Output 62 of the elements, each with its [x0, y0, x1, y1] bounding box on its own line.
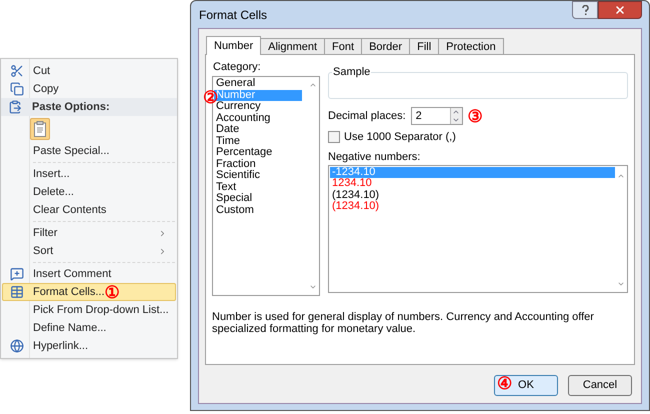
category-item[interactable]: Scientific	[214, 170, 302, 182]
menu-item[interactable]: Clear Contents	[2, 201, 176, 219]
scissors-icon	[10, 64, 24, 78]
dialog-button[interactable]: Cancel	[568, 374, 632, 396]
window-title: Format Cells	[198, 6, 268, 24]
menu-item[interactable]: Hyperlink...	[2, 337, 176, 355]
spin-down-icon	[452, 116, 460, 124]
tab[interactable]: Protection	[438, 38, 504, 55]
separator-checkbox-label: Use 1000 Separator (,)	[344, 130, 456, 145]
tab[interactable]: Number	[206, 36, 262, 55]
comment-icon	[10, 267, 24, 281]
clipboard-icon	[34, 121, 46, 137]
negative-number-option[interactable]: 1234.10	[330, 178, 615, 190]
category-item[interactable]: Text	[214, 182, 302, 193]
menu-item[interactable]: Format Cells...①	[2, 283, 176, 301]
tab[interactable]: Fill	[409, 38, 440, 55]
tab[interactable]: Alignment	[260, 38, 326, 55]
negative-number-option[interactable]: (1234.10)	[330, 201, 615, 212]
menu-item[interactable]: Sort	[2, 242, 176, 260]
category-item[interactable]: General	[214, 78, 302, 90]
menu-item[interactable]: Cut	[2, 62, 176, 80]
negative-number-option[interactable]: (1234.10)	[330, 190, 615, 201]
sample-label: Sample	[332, 65, 372, 79]
category-item[interactable]: Date	[214, 124, 302, 136]
menu-item[interactable]: Filter	[2, 224, 176, 242]
menu-item[interactable]: Paste Special...	[2, 142, 176, 160]
category-item[interactable]: Fraction	[214, 158, 302, 170]
menu-item[interactable]: Copy	[2, 80, 176, 98]
close-icon	[614, 4, 626, 16]
category-item[interactable]: Special	[214, 193, 302, 204]
decimal-places-label: Decimal places:	[328, 108, 406, 124]
globe-icon	[10, 339, 24, 353]
menu-item[interactable]: Delete...	[2, 183, 176, 201]
spin-up-icon	[452, 108, 460, 116]
category-item[interactable]: Accounting	[214, 112, 302, 124]
help-icon	[582, 4, 588, 16]
negative-numbers-label: Negative numbers:	[328, 150, 422, 164]
clipboard-icon	[8, 100, 22, 114]
tab[interactable]: Font	[324, 38, 362, 55]
help-button[interactable]	[572, 1, 598, 19]
paste-option-button[interactable]	[30, 118, 50, 140]
category-description: Number is used for general display of numbers. Currency and Accounting offer specialized formatting for monetary value.	[212, 311, 595, 335]
annotation-number: ③	[468, 108, 483, 124]
checkbox[interactable]	[328, 131, 340, 144]
tab[interactable]: Border	[361, 38, 410, 55]
category-item[interactable]: Custom	[214, 204, 302, 216]
category-label: Category:	[213, 60, 262, 74]
copy-icon	[10, 82, 24, 96]
menu-item[interactable]: Insert Comment	[2, 265, 176, 283]
menu-item[interactable]: Insert...	[2, 165, 176, 183]
category-item[interactable]: Time	[214, 136, 302, 147]
table-icon	[10, 285, 24, 299]
menu-section-header: Paste Options:	[1, 98, 177, 116]
menu-item[interactable]: Define Name...	[2, 319, 176, 337]
annotation-number: ①	[104, 284, 120, 300]
close-button[interactable]	[598, 1, 642, 19]
annotation-number: ④	[497, 374, 512, 393]
decimal-places-spinner[interactable]: 2	[410, 107, 463, 125]
scroll-up-icon	[309, 81, 317, 89]
scroll-down-icon	[309, 283, 317, 291]
menu-item[interactable]: Pick From Drop-down List...	[2, 301, 176, 319]
category-item[interactable]: Percentage	[214, 147, 302, 158]
